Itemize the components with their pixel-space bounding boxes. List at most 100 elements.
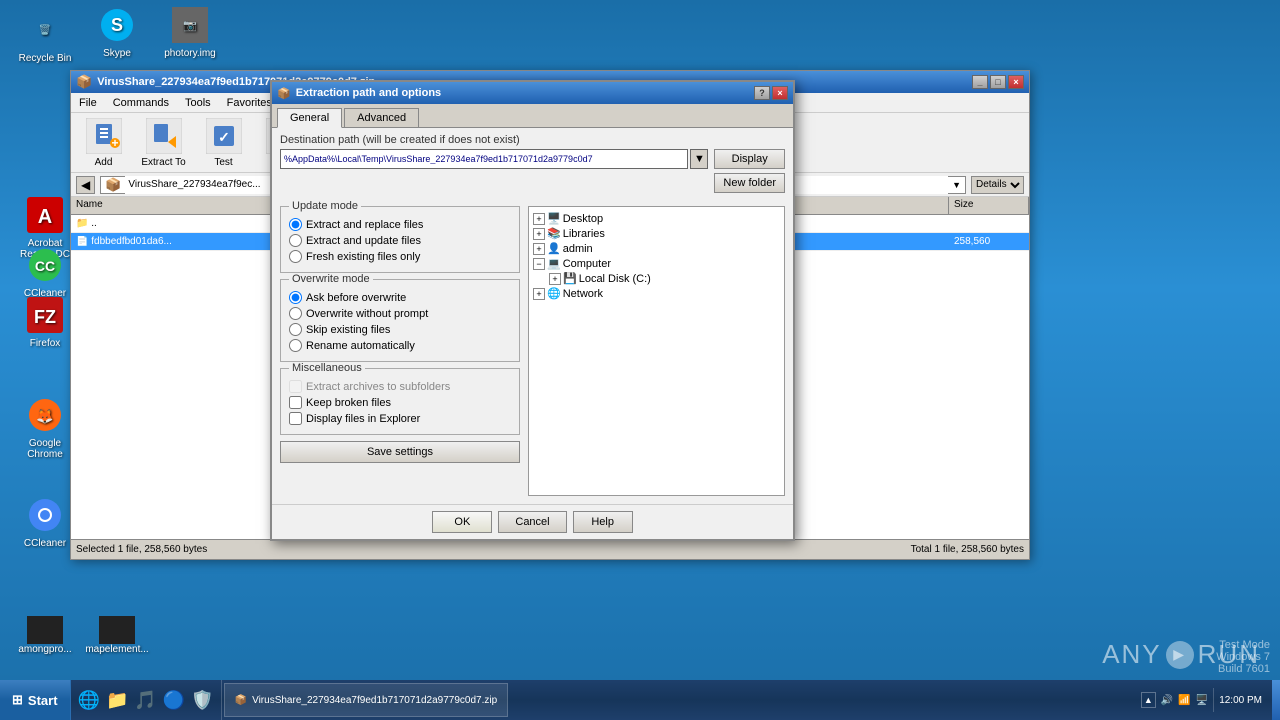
dest-path-input[interactable] <box>280 149 688 169</box>
overwrite-mode-label: Overwrite mode <box>289 273 373 285</box>
show-desktop-btn[interactable] <box>1272 680 1280 720</box>
radio-rename-auto[interactable]: Rename automatically <box>289 339 511 352</box>
start-label: Start <box>28 693 58 708</box>
desktop-icon-recycle[interactable]: 🗑️ Recycle Bin <box>10 10 80 64</box>
taskbar-chrome-icon[interactable]: 🔵 <box>160 690 188 711</box>
ok-btn[interactable]: OK <box>432 511 492 533</box>
svg-text:+: + <box>111 136 118 150</box>
display-btn[interactable]: Display <box>714 149 785 169</box>
among-icon <box>27 616 63 644</box>
libraries-expand[interactable]: + <box>533 228 545 240</box>
help-btn[interactable]: Help <box>573 511 633 533</box>
taskbar-winrar-label: VirusShare_227934ea7f9ed1b717071d2a9779c… <box>252 695 497 706</box>
tray-action-center[interactable]: 🖥️ <box>1196 695 1208 706</box>
tree-item-libraries[interactable]: + 📚 Libraries <box>533 226 780 241</box>
desktop-expand[interactable]: + <box>533 213 545 225</box>
new-folder-btn[interactable]: New folder <box>714 173 785 193</box>
taskbar: ⊞ Start 🌐 📁 🎵 🔵 🛡️ 📦 VirusShare_227934ea… <box>0 680 1280 720</box>
desktop-icon-among[interactable]: amongpro... <box>10 616 80 655</box>
local-disk-expand[interactable]: + <box>549 273 561 285</box>
tree-item-computer[interactable]: − 💻 Computer <box>533 256 780 271</box>
admin-expand[interactable]: + <box>533 243 545 255</box>
tab-general[interactable]: General <box>277 108 342 128</box>
radio-fresh-only[interactable]: Fresh existing files only <box>289 250 511 263</box>
among-label: amongpro... <box>18 644 71 655</box>
show-hidden-icon[interactable]: ▲ <box>1141 692 1156 708</box>
computer-tree-icon: 💻 <box>547 257 561 270</box>
minimize-btn[interactable]: _ <box>972 75 988 89</box>
desktop: 🗑️ Recycle Bin S Skype 📷 photory.img A A… <box>0 0 1280 720</box>
save-settings-btn[interactable]: Save settings <box>280 441 520 463</box>
tray-network-icon[interactable]: 📶 <box>1178 695 1190 706</box>
parent-folder-icon: 📁 <box>76 218 88 229</box>
dialog-titlebar: 📦 Extraction path and options ? × <box>272 82 793 104</box>
taskbar-security-icon[interactable]: 🛡️ <box>188 690 216 711</box>
cancel-btn[interactable]: Cancel <box>498 511 566 533</box>
desktop-icon-photo[interactable]: 📷 photory.img <box>155 5 225 59</box>
dialog-help-btn[interactable]: ? <box>754 86 770 100</box>
tray-speaker-icon[interactable]: 🔊 <box>1161 695 1173 706</box>
network-tree-label: Network <box>563 288 603 300</box>
check-keep-broken[interactable]: Keep broken files <box>289 396 511 409</box>
radio-overwrite-no-prompt[interactable]: Overwrite without prompt <box>289 307 511 320</box>
svg-text:🦊: 🦊 <box>36 408 53 424</box>
filezilla-label: Firefox <box>30 338 61 349</box>
start-button[interactable]: ⊞ Start <box>0 680 71 720</box>
photo-icon: 📷 <box>170 5 210 45</box>
desktop-icon-skype[interactable]: S Skype <box>82 5 152 59</box>
tree-item-network[interactable]: + 🌐 Network <box>533 286 780 301</box>
col-size[interactable]: Size <box>949 197 1029 214</box>
overwrite-mode-group: Overwrite mode Ask before overwrite Over… <box>280 279 520 362</box>
check-display-explorer[interactable]: Display files in Explorer <box>289 412 511 425</box>
tab-advanced[interactable]: Advanced <box>344 108 419 127</box>
menu-file[interactable]: File <box>71 95 105 111</box>
mapelement-icon <box>99 616 135 644</box>
status-left: Selected 1 file, 258,560 bytes <box>76 544 550 555</box>
taskbar-explorer-icon[interactable]: 📁 <box>103 690 131 711</box>
network-expand[interactable]: + <box>533 288 545 300</box>
menu-tools[interactable]: Tools <box>177 95 219 111</box>
computer-tree-label: Computer <box>563 258 611 270</box>
taskbar-ie-icon[interactable]: 🌐 <box>75 690 103 711</box>
radio-ask-overwrite[interactable]: Ask before overwrite <box>289 291 511 304</box>
file-icon: 📄 <box>76 236 88 247</box>
close-btn[interactable]: × <box>1008 75 1024 89</box>
update-mode-label: Update mode <box>289 200 361 212</box>
menu-commands[interactable]: Commands <box>105 95 177 111</box>
local-disk-tree-label: Local Disk (C:) <box>579 273 651 285</box>
desktop-icon-mapelement[interactable]: mapelement... <box>82 616 152 655</box>
toolbar-extract[interactable]: Extract To <box>136 117 191 168</box>
check-extract-subfolders[interactable]: Extract archives to subfolders <box>289 380 511 393</box>
radio-skip-existing[interactable]: Skip existing files <box>289 323 511 336</box>
test-mode-label: Test Mode <box>1216 639 1270 651</box>
back-btn[interactable]: ◀ <box>76 176 95 194</box>
tree-item-desktop[interactable]: + 🖥️ Desktop <box>533 211 780 226</box>
radio-extract-update[interactable]: Extract and update files <box>289 234 511 247</box>
tree-panel: + 🖥️ Desktop + 📚 Libraries + 👤 admi <box>528 206 785 496</box>
extract-icon <box>144 117 184 155</box>
tree-item-local-disk[interactable]: + 💾 Local Disk (C:) <box>549 271 780 286</box>
taskbar-winrar-icon: 📦 <box>235 695 247 706</box>
svg-text:A: A <box>38 206 52 228</box>
extraction-dialog: 📦 Extraction path and options ? × Genera… <box>270 80 795 541</box>
dest-dropdown-btn[interactable]: ▼ <box>690 149 708 169</box>
tree-item-admin[interactable]: + 👤 admin <box>533 241 780 256</box>
taskbar-winrar[interactable]: 📦 VirusShare_227934ea7f9ed1b717071d2a977… <box>224 683 509 717</box>
restore-btn[interactable]: □ <box>990 75 1006 89</box>
toolbar-add[interactable]: + Add <box>76 117 131 168</box>
view-select[interactable]: Details <box>971 176 1024 194</box>
toolbar-test[interactable]: ✓ Test <box>196 117 251 168</box>
taskbar-media-icon[interactable]: 🎵 <box>131 690 159 711</box>
add-label: Add <box>95 157 113 168</box>
svg-text:CC: CC <box>35 258 55 274</box>
dialog-main-content: Update mode Extract and replace files Ex… <box>272 198 793 504</box>
left-panel: Update mode Extract and replace files Ex… <box>280 206 520 496</box>
libraries-tree-icon: 📚 <box>547 227 561 240</box>
radio-extract-replace[interactable]: Extract and replace files <box>289 218 511 231</box>
computer-expand[interactable]: − <box>533 258 545 270</box>
svg-text:✓: ✓ <box>218 129 230 145</box>
dialog-close-btn[interactable]: × <box>772 86 788 100</box>
desktop-tree-label: Desktop <box>563 213 603 225</box>
extract-label: Extract To <box>141 157 185 168</box>
filezilla-icon: FZ <box>25 295 65 335</box>
